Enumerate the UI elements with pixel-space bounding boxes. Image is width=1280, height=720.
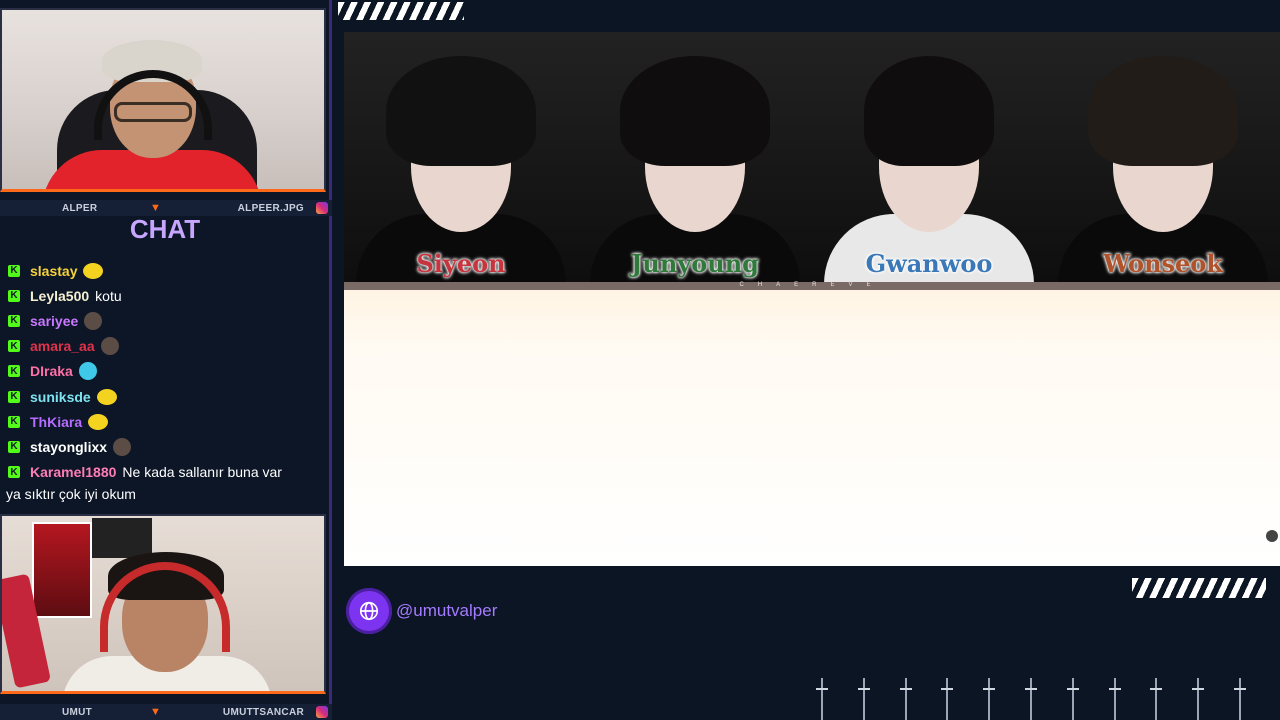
chat-message: K amara_aa (8, 334, 326, 359)
webcam-top (0, 8, 326, 192)
arrow-down-icon: ▼ (150, 706, 162, 718)
kick-icon: K (8, 466, 20, 479)
chat-username[interactable]: DIraka (30, 363, 73, 379)
chat-message: K ThKiara (8, 409, 326, 434)
emote-icon (84, 311, 103, 330)
kick-icon: K (8, 365, 20, 378)
chat-text: Ne kada sallanır buna var (122, 464, 282, 481)
member-name: Gwanwoo (865, 249, 993, 278)
chat-list[interactable]: K slastay K Leyla500 kotu K sariyee K am… (6, 258, 326, 503)
emote-icon (78, 362, 97, 381)
chat-message: K Leyla500 kotu (8, 283, 326, 308)
webcam-bottom-namebar: UMUT ▼ UMUTTSANCAR (0, 704, 332, 720)
chat-username[interactable]: slastay (30, 263, 77, 279)
decorative-stripes (1132, 578, 1266, 598)
streamer-name: UMUT (62, 706, 93, 718)
chat-username[interactable]: amara_aa (30, 338, 95, 354)
kick-icon: K (8, 415, 20, 428)
arrow-down-icon: ▼ (150, 202, 162, 214)
strip-caption: CHAEREVE (739, 282, 885, 288)
streamer-handle: ALPEER.JPG (237, 202, 304, 214)
chat-message: K stayonglixx (8, 434, 326, 459)
streamer-handle: UMUTTSANCAR (222, 706, 304, 718)
chat-message: K sariyee (8, 308, 326, 333)
chat-text: kotu (95, 287, 122, 304)
chat-username[interactable]: ThKiara (30, 414, 82, 430)
webcam-bottom (0, 514, 326, 694)
emote-icon (96, 388, 117, 405)
social-handle: @umutvalper (346, 588, 497, 634)
emote-icon (88, 413, 109, 430)
member-name: Junyoung (631, 249, 759, 278)
left-sidebar: ALPER ▼ ALPEER.JPG CHAT K slastay K Leyl… (0, 0, 332, 720)
kick-icon: K (8, 289, 20, 302)
chat-username[interactable]: Karamel1880 (30, 464, 116, 480)
emote-icon (100, 337, 119, 356)
member-card: Gwanwoo (812, 32, 1046, 284)
streamer-name: ALPER (62, 202, 98, 214)
chat-message: K suniksde (8, 384, 326, 409)
member-card: Junyoung (578, 32, 812, 284)
chat-username[interactable]: stayonglixx (30, 439, 107, 455)
kick-icon: K (8, 390, 20, 403)
decorative-stripes (338, 2, 464, 20)
emote-icon (113, 437, 132, 456)
chat-username[interactable]: sariyee (30, 313, 78, 329)
kick-icon: K (8, 314, 20, 327)
kick-icon: K (8, 340, 20, 353)
chat-message: K DIraka (8, 359, 326, 384)
member-card: Siyeon (344, 32, 578, 284)
social-handle-text: @umutvalper (396, 601, 498, 620)
video-content-area (344, 290, 1280, 566)
chat-username[interactable]: Leyla500 (30, 288, 89, 304)
instagram-icon (316, 706, 328, 718)
chat-message: K slastay (8, 258, 326, 283)
chat-message: K Karamel1880 Ne kada sallanır buna var (8, 460, 326, 485)
member-card: Wonseok (1046, 32, 1280, 284)
instagram-icon (316, 202, 328, 214)
eye-icon (1266, 530, 1278, 542)
chat-title: CHAT (129, 214, 201, 244)
kick-icon: K (8, 264, 20, 277)
poster (32, 522, 92, 618)
member-photo-strip: Siyeon Junyoung Gwanwoo Wonseok (344, 32, 1280, 284)
chat-username[interactable]: suniksde (30, 389, 91, 405)
chat-text-continued: ya sıktır çok iyi okum (6, 485, 136, 502)
member-name: Wonseok (1103, 249, 1223, 278)
emote-icon (83, 262, 104, 279)
globe-icon (346, 588, 392, 634)
kick-icon: K (8, 440, 20, 453)
decorative-ticks (816, 678, 1246, 720)
member-name: Siyeon (416, 249, 506, 278)
